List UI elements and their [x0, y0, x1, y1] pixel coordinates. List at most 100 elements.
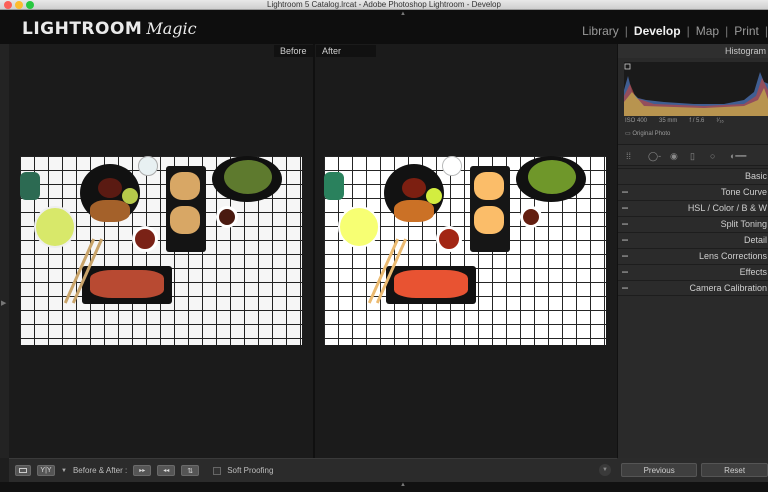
section-split-toning[interactable]: ▬ Split Toning — [618, 216, 768, 232]
after-photo[interactable] — [324, 156, 606, 345]
logo-main-text: LIGHTROOM — [22, 19, 143, 39]
arrow-left-icon: ◂◂ — [163, 468, 170, 474]
lightroom-logo: LIGHTROOM Magic — [22, 19, 197, 39]
photo-icon: ▭ — [625, 131, 631, 137]
adjustment-brush-icon[interactable]: ◐━━ — [730, 151, 746, 162]
after-label: After — [316, 45, 376, 57]
logo-script-text: Magic — [146, 19, 197, 38]
dip — [436, 226, 462, 252]
loupe-icon — [19, 468, 27, 473]
switch-icon[interactable]: ▬ — [622, 233, 628, 248]
graduated-filter-icon[interactable]: ▯ — [690, 151, 695, 162]
switch-icon[interactable]: ▬ — [622, 265, 628, 280]
minimize-window-button[interactable] — [15, 1, 23, 9]
section-label: Tone Curve — [720, 187, 767, 197]
module-print[interactable]: Print — [728, 24, 765, 38]
module-picker: Library | Develop | Map | Print | — [576, 24, 768, 38]
swap-before-after-button[interactable]: ⇅ — [181, 465, 200, 476]
toolbar-menu-icon[interactable]: ▼ — [599, 464, 611, 476]
lime — [122, 188, 138, 204]
section-basic[interactable]: Basic — [618, 168, 768, 184]
tool-strip: ⁞⁞ ◯‑ ◉ ▯ ○ ◐━━ — [618, 144, 768, 166]
original-photo-label: Original Photo — [632, 131, 671, 137]
dip — [216, 206, 238, 228]
food — [90, 270, 164, 298]
before-photo[interactable] — [20, 156, 302, 345]
develop-right-panel: Histogram ISO 400 35 mm f / 5.6 ¹⁄₁₆ ▭ O… — [617, 44, 768, 458]
red-eye-icon[interactable]: ◉ — [670, 151, 678, 162]
soft-proofing-label: Soft Proofing — [227, 466, 274, 475]
bun — [474, 172, 504, 200]
sauce — [402, 178, 426, 198]
dip — [132, 226, 158, 252]
lime — [426, 188, 442, 204]
window-title: Lightroom 5 Catalog.lrcat - Adobe Photos… — [267, 0, 501, 9]
glass — [34, 206, 76, 248]
section-label: Effects — [739, 267, 767, 277]
histogram-graph — [624, 63, 768, 116]
shutter-value: ¹⁄₁₆ — [716, 118, 724, 124]
before-label: Before — [274, 45, 313, 57]
radial-filter-icon[interactable]: ○ — [710, 151, 715, 161]
section-label: Detail — [743, 235, 767, 245]
section-lens-corrections[interactable]: ▬ Lens Corrections — [618, 248, 768, 264]
bun — [474, 206, 504, 234]
section-label: Basic — [744, 171, 767, 181]
crop-overlay-icon[interactable]: ⁞⁞ — [626, 151, 631, 161]
zoom-window-button[interactable] — [26, 1, 34, 9]
food — [394, 270, 468, 298]
before-after-label: Before & After : — [72, 466, 128, 475]
glass — [138, 156, 158, 176]
section-tone-curve[interactable]: ▬ Tone Curve — [618, 184, 768, 200]
copy-after-to-before-button[interactable]: ◂◂ — [157, 465, 176, 476]
module-develop[interactable]: Develop — [628, 24, 687, 38]
bottle — [324, 172, 344, 200]
soft-proofing-checkbox[interactable] — [213, 466, 222, 475]
identity-plate: ▲ LIGHTROOM Magic Library | Develop | Ma… — [0, 10, 768, 44]
section-camera-calibration[interactable]: ▬ Camera Calibration — [618, 280, 768, 296]
develop-toolbar: Y|Y ▼ Before & After : ▸▸ ◂◂ ⇅ Soft Proo… — [9, 458, 617, 482]
before-after-view-button[interactable]: Y|Y — [37, 465, 55, 476]
iso-value: ISO 400 — [625, 118, 648, 124]
collapse-top-panel-icon[interactable]: ▲ — [400, 11, 406, 17]
switch-icon[interactable]: ▬ — [622, 185, 628, 200]
salad — [528, 160, 576, 194]
section-label: Split Toning — [720, 219, 767, 229]
section-hsl[interactable]: ▬ HSL / Color / B & W — [618, 200, 768, 216]
aperture-value: f / 5.6 — [689, 118, 705, 124]
switch-icon[interactable]: ▬ — [622, 217, 628, 232]
expand-left-panel-icon[interactable]: ▶ — [1, 299, 6, 307]
bun — [170, 206, 200, 234]
focal-length-value: 35 mm — [659, 118, 678, 124]
window-titlebar: Lightroom 5 Catalog.lrcat - Adobe Photos… — [0, 0, 768, 10]
exif-info: ISO 400 35 mm f / 5.6 ¹⁄₁₆ — [625, 118, 768, 124]
switch-icon[interactable]: ▬ — [622, 249, 628, 264]
loupe-view-button[interactable] — [15, 465, 31, 476]
left-panel-collapsed[interactable]: ▶ — [0, 44, 9, 458]
chevron-down-icon[interactable]: ▼ — [61, 468, 67, 474]
section-label: Camera Calibration — [689, 283, 767, 293]
section-effects[interactable]: ▬ Effects — [618, 264, 768, 280]
switch-icon[interactable]: ▬ — [622, 281, 628, 296]
switch-icon[interactable]: ▬ — [622, 201, 628, 216]
histogram-header[interactable]: Histogram — [618, 44, 768, 58]
filmstrip-collapsed[interactable]: ▲ — [0, 482, 768, 492]
original-photo-row[interactable]: ▭ Original Photo — [625, 130, 670, 137]
close-window-button[interactable] — [4, 1, 12, 9]
dip — [520, 206, 542, 228]
swap-icon: ⇅ — [187, 467, 194, 475]
bottle — [20, 172, 40, 200]
module-library[interactable]: Library — [576, 24, 625, 38]
expand-filmstrip-icon[interactable]: ▲ — [400, 482, 406, 488]
glass — [338, 206, 380, 248]
bun — [170, 172, 200, 200]
module-map[interactable]: Map — [690, 24, 725, 38]
section-detail[interactable]: ▬ Detail — [618, 232, 768, 248]
spot-removal-icon[interactable]: ◯‑ — [648, 151, 661, 162]
panel-bottom-buttons: Previous Reset — [617, 458, 768, 482]
histogram[interactable] — [624, 62, 768, 116]
previous-button[interactable]: Previous — [621, 463, 698, 477]
copy-before-to-after-button[interactable]: ▸▸ — [133, 465, 152, 476]
reset-button[interactable]: Reset — [701, 463, 768, 477]
section-label: Lens Corrections — [698, 251, 767, 261]
